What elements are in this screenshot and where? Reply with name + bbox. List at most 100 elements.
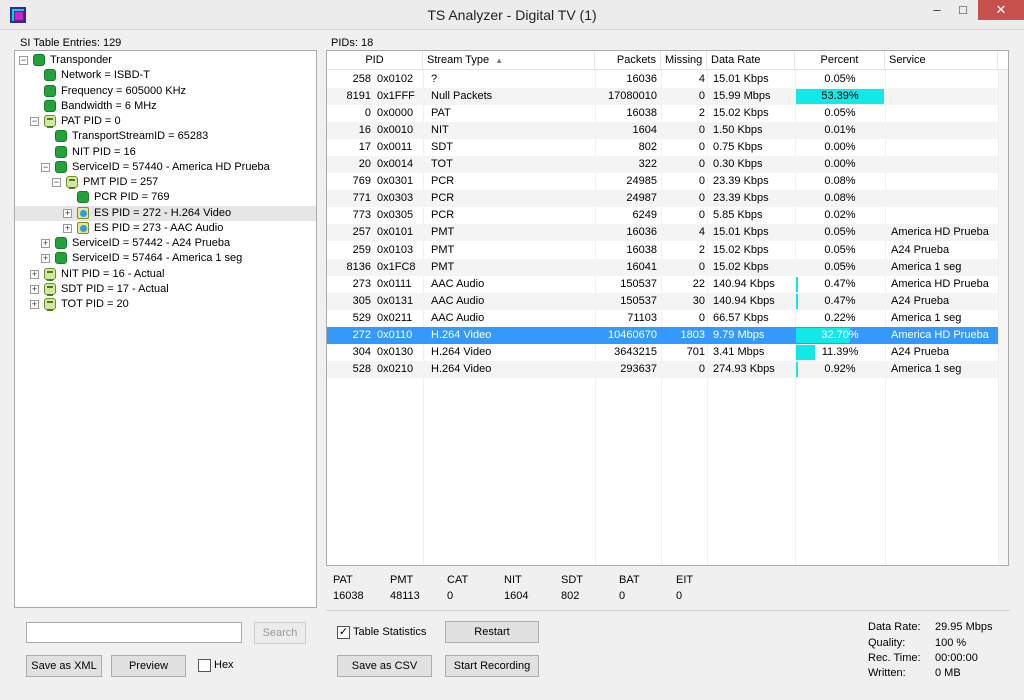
tree-node[interactable]: + NIT PID = 16 - Actual bbox=[15, 267, 316, 282]
table-row[interactable]: 20 0x0014 TOT 322 0 0.30 Kbps 0.00% bbox=[327, 156, 998, 174]
green-node-icon bbox=[77, 191, 89, 204]
cell-percent: 0.00% bbox=[796, 156, 884, 173]
cell-data-rate: 15.02 Kbps bbox=[713, 243, 769, 256]
hex-checkbox[interactable] bbox=[198, 659, 211, 672]
cell-data-rate: 0.30 Kbps bbox=[713, 158, 763, 171]
tree-node[interactable]: TransportStreamID = 65283 bbox=[15, 129, 316, 144]
collapse-icon[interactable]: − bbox=[52, 178, 61, 187]
table-row[interactable]: 305 0x0131 AAC Audio 150537 30 140.94 Kbps A24… bbox=[327, 292, 998, 310]
green-node-icon bbox=[44, 69, 56, 82]
table-row[interactable]: 8191 0x1FFF Null Packets 17080010 0 15.99 Mbp… bbox=[327, 88, 998, 106]
column-header-service[interactable]: Service bbox=[885, 51, 998, 70]
written-value: 0 MB bbox=[935, 667, 961, 679]
cell-service: A24 Prueba bbox=[891, 243, 950, 256]
cell-pid-hex: 0x0103 bbox=[377, 243, 414, 256]
cell-service bbox=[891, 173, 997, 190]
table-row[interactable]: 16 0x0010 NIT 1604 0 1.50 Kbps 0.01% bbox=[327, 122, 998, 140]
column-header-data-rate[interactable]: Data Rate bbox=[707, 51, 795, 70]
tree-node[interactable]: Bandwidth = 6 MHz bbox=[15, 99, 316, 114]
close-button[interactable]: ✕ bbox=[978, 0, 1024, 20]
search-button[interactable]: Search bbox=[254, 622, 306, 644]
tree-node[interactable]: PCR PID = 769 bbox=[15, 190, 316, 205]
expand-icon[interactable]: + bbox=[41, 239, 50, 248]
table-row[interactable]: 769 0x0301 PCR 24985 0 23.39 Kbps 0.08% bbox=[327, 173, 998, 190]
table-row[interactable]: 8136 0x1FC8 PMT 16041 0 15.02 Kbps America 1 s… bbox=[327, 258, 998, 276]
green-node-icon bbox=[55, 237, 67, 249]
tree-node[interactable]: − ServiceID = 57440 - America HD Prueba bbox=[15, 160, 316, 175]
restart-button[interactable]: Restart bbox=[445, 621, 539, 643]
cell-packets: 10460670 bbox=[608, 328, 657, 341]
column-header-pid[interactable]: PID bbox=[327, 51, 423, 70]
tree-node-label: PAT PID = 0 bbox=[61, 115, 121, 127]
rec-time-label: Rec. Time: bbox=[868, 652, 921, 664]
stat-name-cat: CAT bbox=[447, 574, 469, 586]
table-statistics-checkbox[interactable]: ✓ bbox=[337, 626, 350, 639]
si-table-tree[interactable]: − Transponder Network = ISBD-T Frequency = … bbox=[14, 50, 317, 608]
tree-node[interactable]: − PMT PID = 257 bbox=[15, 175, 316, 190]
green-node-icon bbox=[55, 145, 67, 158]
cell-packets: 293637 bbox=[620, 362, 657, 375]
cell-missing: 0 bbox=[698, 124, 705, 137]
column-header-packets[interactable]: Packets bbox=[595, 51, 661, 70]
tree-node[interactable]: − Transponder bbox=[15, 53, 316, 68]
collapse-icon[interactable]: − bbox=[19, 56, 28, 65]
tree-node[interactable]: + ServiceID = 57464 - America 1 seg bbox=[15, 251, 316, 266]
cell-pid: 528 bbox=[352, 362, 371, 375]
cell-percent: 0.22% bbox=[796, 310, 884, 327]
expand-icon[interactable]: + bbox=[30, 284, 39, 294]
cell-stream-type: ? bbox=[431, 73, 438, 85]
tree-node[interactable]: Frequency = 605000 KHz bbox=[15, 84, 316, 99]
expand-icon[interactable]: + bbox=[30, 300, 39, 309]
green-node-icon bbox=[44, 84, 56, 97]
collapse-icon[interactable]: − bbox=[30, 117, 39, 126]
divider bbox=[326, 610, 1010, 611]
column-header-stream-type[interactable]: Stream Type ▲ bbox=[423, 51, 595, 70]
green-node-icon bbox=[55, 252, 67, 265]
preview-button[interactable]: Preview bbox=[111, 655, 186, 677]
table-row[interactable]: 259 0x0103 PMT 16038 2 15.02 Kbps A24 Prueba 0.… bbox=[327, 242, 998, 259]
vertical-scrollbar[interactable] bbox=[998, 70, 1008, 565]
table-row[interactable]: 304 0x0130 H.264 Video 3643215 701 3.41 Mbps A… bbox=[327, 344, 998, 361]
tree-node[interactable]: + ES PID = 273 - AAC Audio bbox=[15, 221, 316, 236]
collapse-icon[interactable]: − bbox=[41, 162, 50, 172]
tree-node[interactable]: + SDT PID = 17 - Actual bbox=[15, 282, 316, 297]
maximize-button[interactable]: □ bbox=[948, 0, 978, 22]
table-row[interactable]: 528 0x0210 H.264 Video 293637 0 274.93 Kbps Am… bbox=[327, 360, 998, 378]
expand-icon[interactable]: + bbox=[63, 208, 72, 218]
tree-node[interactable]: − PAT PID = 0 bbox=[15, 114, 316, 129]
cell-packets: 16038 bbox=[626, 107, 657, 120]
tree-node[interactable]: + TOT PID = 20 bbox=[15, 297, 316, 312]
column-header-missing[interactable]: Missing bbox=[661, 51, 707, 70]
save-as-csv-button[interactable]: Save as CSV bbox=[337, 655, 432, 677]
cell-data-rate: 140.94 Kbps bbox=[713, 294, 775, 307]
table-row[interactable]: 272 0x0110 H.264 Video 10460670 1803 9.79 Mbp… bbox=[327, 326, 998, 344]
table-row[interactable]: 529 0x0211 AAC Audio 71103 0 66.57 Kbps Americ… bbox=[327, 310, 998, 327]
cell-pid: 258 bbox=[352, 73, 371, 85]
table-row[interactable]: 258 0x0102? 16036 4 15.01 Kbps 0.05% bbox=[327, 71, 998, 88]
search-input[interactable] bbox=[26, 622, 242, 643]
table-row[interactable]: 257 0x0101 PMT 16036 4 15.01 Kbps America HD P… bbox=[327, 224, 998, 242]
table-row[interactable]: 17 0x0011 SDT 802 0 0.75 Kbps 0.00% bbox=[327, 139, 998, 156]
tree-node[interactable]: NIT PID = 16 bbox=[15, 145, 316, 160]
cell-packets: 150537 bbox=[620, 294, 657, 307]
expand-icon[interactable]: + bbox=[63, 223, 72, 233]
cell-data-rate: 5.85 Kbps bbox=[713, 209, 763, 222]
cell-pid: 273 bbox=[352, 277, 371, 290]
expand-icon[interactable]: + bbox=[41, 254, 50, 264]
table-row[interactable]: 0 0x0000 PAT 16038 2 15.02 Kbps 0.05% bbox=[327, 105, 998, 122]
tree-node[interactable]: Network = ISBD-T bbox=[15, 68, 316, 83]
cell-service: America 1 seg bbox=[891, 260, 962, 273]
green-node-icon bbox=[44, 99, 56, 112]
table-row[interactable]: 773 0x0305 PCR 6249 0 5.85 Kbps 0.02% bbox=[327, 207, 998, 224]
cell-pid: 769 bbox=[352, 175, 371, 188]
cell-service bbox=[891, 88, 997, 105]
table-row[interactable]: 771 0x0303 PCR 24987 0 23.39 Kbps 0.08% bbox=[327, 190, 998, 208]
column-header-percent[interactable]: Percent bbox=[795, 51, 885, 70]
save-as-xml-button[interactable]: Save as XML bbox=[26, 655, 102, 677]
start-recording-button[interactable]: Start Recording bbox=[445, 655, 539, 677]
table-row[interactable]: 273 0x0111 AAC Audio 150537 22 140.94 Kbps Ame… bbox=[327, 276, 998, 293]
tree-node[interactable]: + ES PID = 272 - H.264 Video bbox=[15, 205, 316, 221]
tree-node[interactable]: + ServiceID = 57442 - A24 Prueba bbox=[15, 236, 316, 251]
cell-service bbox=[891, 105, 997, 122]
expand-icon[interactable]: + bbox=[30, 269, 39, 279]
